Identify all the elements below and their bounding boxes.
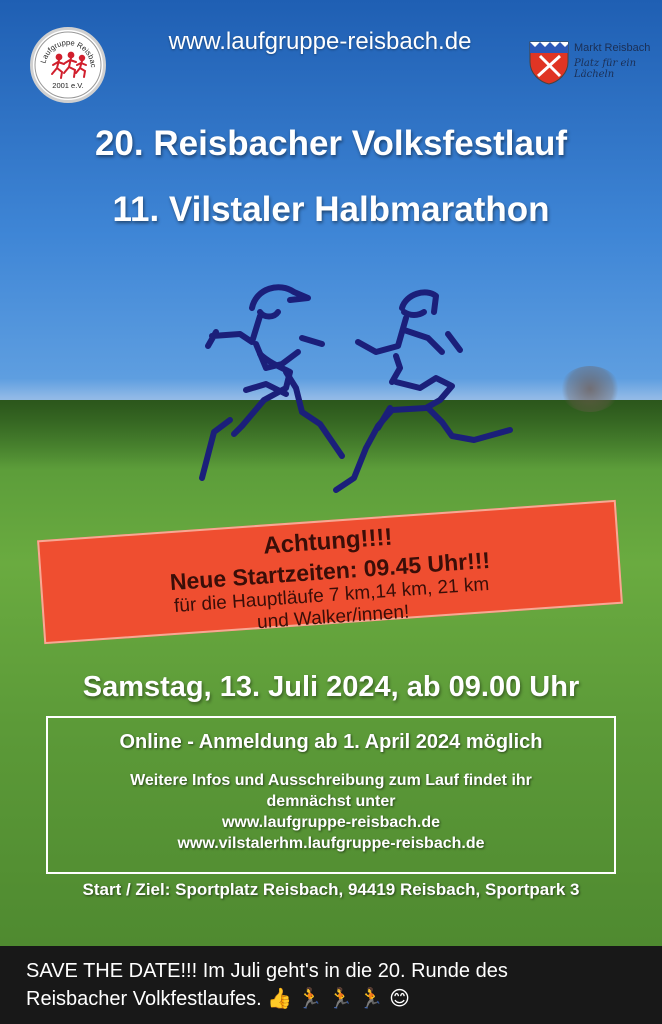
info-line-1: Weitere Infos und Ausschreibung zum Lauf… (130, 772, 532, 789)
runners-illustration-icon (199, 284, 513, 493)
caption-line-1: SAVE THE DATE!!! Im Juli geht's in die 2… (26, 960, 508, 982)
runner-icon: 🏃 (328, 986, 354, 1010)
info-link-laufgruppe: www.laufgruppe-reisbach.de (221, 814, 441, 831)
thumbs-up-icon: 👍 (267, 986, 293, 1010)
coat-of-arms-icon (529, 41, 569, 85)
event-poster-image[interactable]: Laufgruppe Reisbach 2001 e.V. www.laufgr… (0, 0, 662, 946)
svg-text:2001 e.V.: 2001 e.V. (52, 81, 83, 90)
markt-reisbach-logo: Markt Reisbach Platz für ein Lächeln (526, 38, 662, 96)
event-title-halbmarathon: 11. Vilstaler Halbmarathon (112, 190, 550, 229)
tree (560, 366, 620, 412)
registration-info-box: Online - Anmeldung ab 1. April 2024 mögl… (46, 716, 616, 874)
start-finish-location: Start / Ziel: Sportplatz Reisbach, 94419… (82, 880, 580, 899)
laufgruppe-logo: Laufgruppe Reisbach 2001 e.V. (30, 27, 106, 103)
caption-line-2: Reisbacher Volkfestlaufes. (26, 988, 262, 1010)
info-link-vilstalerhm: www.vilstalerhm.laufgruppe-reisbach.de (177, 835, 485, 852)
registration-headline: Online - Anmeldung ab 1. April 2024 mögl… (119, 731, 543, 753)
markt-reisbach-slogan: Platz für ein Lächeln (574, 58, 637, 80)
runner-icon: 🏃 (358, 986, 384, 1010)
website-url: www.laufgruppe-reisbach.de (168, 28, 472, 55)
post-caption: SAVE THE DATE!!! Im Juli geht's in die 2… (0, 946, 662, 1024)
markt-reisbach-title: Markt Reisbach (574, 42, 651, 54)
info-line-2: demnächst unter (266, 793, 396, 810)
smiling-face-icon: 😊 (389, 986, 410, 1010)
event-date: Samstag, 13. Juli 2024, ab 09.00 Uhr (82, 671, 580, 703)
event-title-volksfestlauf: 20. Reisbacher Volksfestlauf (94, 124, 568, 163)
runner-icon: 🏃 (297, 986, 323, 1010)
